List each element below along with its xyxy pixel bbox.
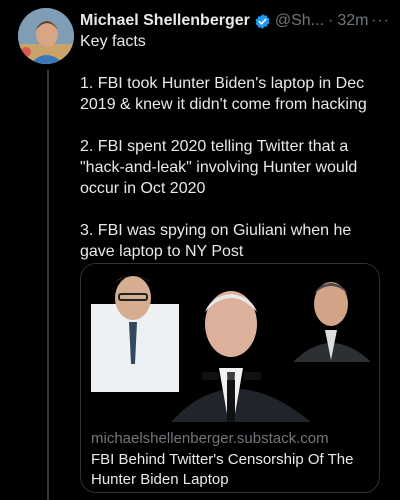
thread-connector-line	[47, 70, 49, 500]
timestamp[interactable]: 32m	[337, 12, 368, 30]
more-options-icon[interactable]: ···	[371, 12, 390, 30]
link-preview-image[interactable]	[81, 264, 379, 422]
avatar[interactable]	[18, 8, 74, 64]
link-domain: michaelshellenberger.substack.com	[91, 430, 329, 447]
tweet-header: Michael Shellenberger @Sh... · 32m ···	[80, 10, 390, 32]
author-name[interactable]: Michael Shellenberger	[80, 12, 250, 30]
tweet-paragraph: 2. FBI spent 2020 telling Twitter that a…	[80, 138, 358, 197]
tweet-text: Key facts 1. FBI took Hunter Biden's lap…	[80, 31, 380, 283]
link-preview-card[interactable]: michaelshellenberger.substack.com FBI Be…	[80, 263, 380, 493]
verified-badge-icon	[254, 13, 271, 30]
tweet-paragraph: 1. FBI took Hunter Biden's laptop in Dec…	[80, 75, 367, 113]
author-handle[interactable]: @Sh...	[275, 12, 324, 30]
tweet-paragraph: Key facts	[80, 33, 146, 50]
link-title: FBI Behind Twitter's Censorship Of The H…	[91, 451, 354, 488]
separator-dot: ·	[328, 12, 334, 29]
tweet-paragraph: 3. FBI was spying on Giuliani when he ga…	[80, 222, 352, 260]
portrait-right-image	[289, 270, 373, 362]
